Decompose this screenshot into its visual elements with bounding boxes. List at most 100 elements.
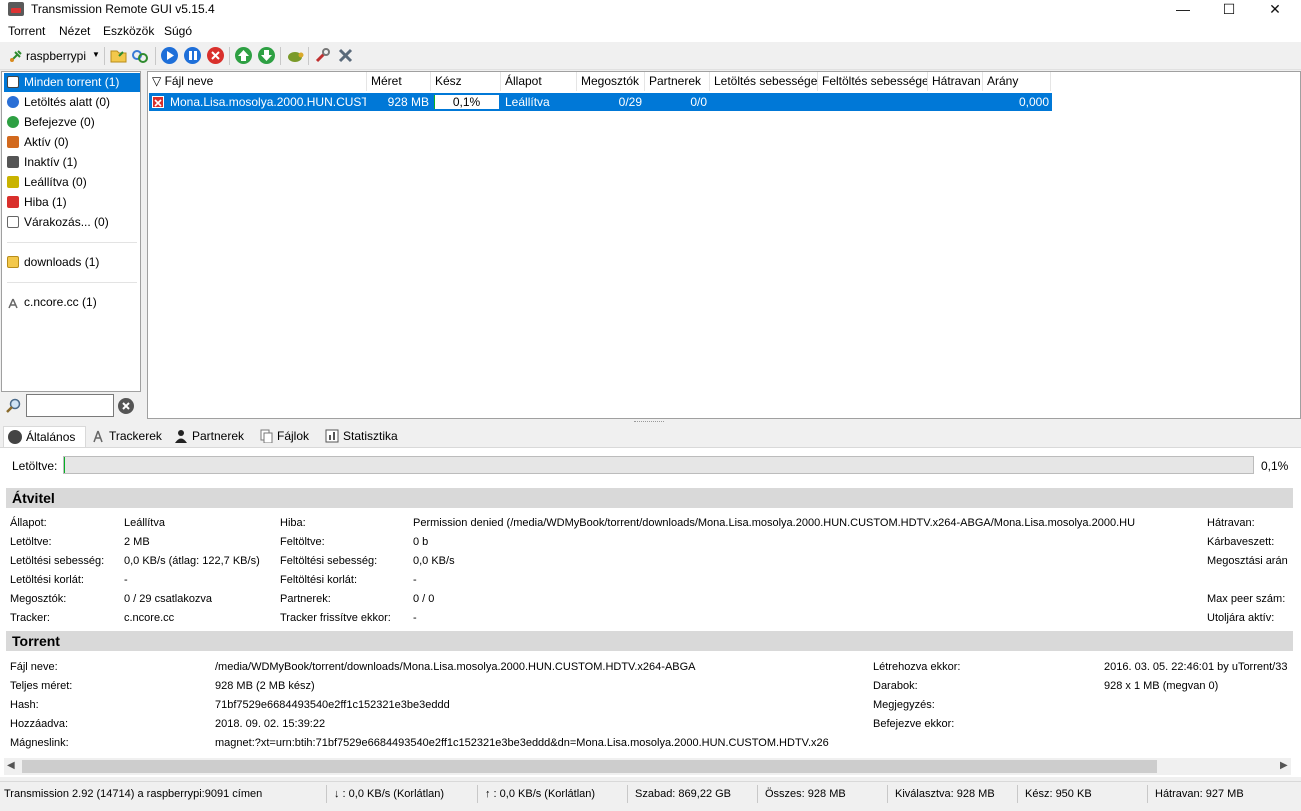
status-selected: Kiválasztva: 928 MB	[895, 788, 995, 800]
column-header-done[interactable]: Kész	[431, 72, 501, 91]
detail-label: Fájl neve:	[10, 661, 58, 673]
error-icon	[152, 96, 164, 108]
status-connection: Transmission 2.92 (14714) a raspberrypi:…	[4, 788, 263, 800]
row-seeds: 0/29	[618, 95, 642, 109]
tab-general[interactable]: Általános	[3, 426, 86, 447]
scroll-left-icon[interactable]: ◀	[7, 760, 15, 771]
tracker-ncore[interactable]: c.ncore.cc (1)	[4, 293, 140, 312]
status-separator	[326, 785, 327, 803]
filter-error[interactable]: Hiba (1)	[4, 193, 140, 212]
column-header-eta[interactable]: Hátravan	[928, 72, 983, 91]
total-size-value: 928 MB (2 MB kész)	[215, 680, 315, 692]
filter-label: Minden torrent (1)	[24, 75, 120, 89]
folder-label: downloads (1)	[24, 255, 100, 269]
status-value: Leállítva	[124, 517, 165, 529]
scroll-right-icon[interactable]: ▶	[1280, 760, 1288, 771]
row-done: 0,1%	[452, 95, 481, 109]
filter-label: Várakozás... (0)	[24, 215, 109, 229]
detail-label: Hiba:	[280, 517, 306, 529]
download-speed-value: 0,0 KB/s (átlag: 122,7 KB/s)	[124, 555, 260, 567]
filter-downloading[interactable]: Letöltés alatt (0)	[4, 93, 140, 112]
tab-statistics[interactable]: Statisztika	[321, 426, 404, 447]
status-upload: ↑ : 0,0 KB/s (Korlátlan)	[485, 788, 596, 800]
upload-limit-value: -	[413, 574, 417, 586]
column-header-name[interactable]: ▽ Fájl neve	[148, 72, 367, 91]
detail-label: Letöltve:	[10, 536, 52, 548]
detail-label: Letöltési korlát:	[10, 574, 84, 586]
sort-indicator-icon: ▽	[152, 74, 162, 88]
wrench-icon[interactable]	[314, 47, 331, 64]
scrollbar-thumb[interactable]	[22, 760, 1157, 773]
remove-icon[interactable]	[207, 47, 224, 64]
status-separator	[887, 785, 888, 803]
detail-label: Hátravan:	[1207, 517, 1255, 529]
row-ratio: 0,000	[1018, 95, 1049, 109]
menu-tools[interactable]: Eszközök	[103, 23, 154, 39]
start-icon[interactable]	[161, 47, 178, 64]
torrent-heading: Torrent	[6, 631, 1293, 651]
tab-label: Trackerek	[109, 429, 162, 443]
detail-label: Feltöltési korlát:	[280, 574, 358, 586]
add-link-icon[interactable]	[132, 47, 149, 64]
uploaded-value: 0 b	[413, 536, 429, 548]
close-button[interactable]: ✕	[1252, 0, 1298, 20]
column-header-status[interactable]: Állapot	[501, 72, 577, 91]
menu-torrent[interactable]: Torrent	[8, 23, 45, 39]
status-bar: Transmission 2.92 (14714) a raspberrypi:…	[0, 781, 1301, 803]
detail-label: Kárbaveszett:	[1207, 536, 1275, 548]
horizontal-scrollbar[interactable]: ◀ ▶	[4, 758, 1291, 775]
column-header-size[interactable]: Méret	[367, 72, 431, 91]
column-header-seeds[interactable]: Megosztók	[577, 72, 645, 91]
menu-help[interactable]: Súgó	[164, 23, 192, 39]
menu-view[interactable]: Nézet	[59, 23, 90, 39]
turtle-icon[interactable]	[286, 47, 304, 64]
row-name: Mona.Lisa.mosolya.2000.HUN.CUSTOM.HDTV.x…	[170, 95, 366, 109]
filter-completed[interactable]: Befejezve (0)	[4, 113, 140, 132]
move-down-icon[interactable]	[258, 47, 275, 64]
downloaded-label: Letöltve:	[12, 459, 58, 473]
filter-waiting[interactable]: Várakozás... (0)	[4, 213, 140, 232]
download-icon	[7, 96, 19, 108]
toolbar-separator	[104, 47, 105, 65]
move-up-icon[interactable]	[235, 47, 252, 64]
column-header-ratio[interactable]: Arány	[983, 72, 1051, 91]
tools-icon[interactable]	[337, 47, 354, 64]
connection-dropdown[interactable]: raspberrypi ▼	[6, 46, 102, 66]
status-done: Kész: 950 KB	[1025, 788, 1092, 800]
tab-files[interactable]: Fájlok	[255, 426, 315, 447]
status-download: ↓ : 0,0 KB/s (Korlátlan)	[334, 788, 445, 800]
column-header-upload-speed[interactable]: Feltöltés sebessége	[818, 72, 928, 91]
title-bar: Transmission Remote GUI v5.15.4 — ☐ ✕	[0, 0, 1301, 20]
tab-trackers[interactable]: Trackerek	[87, 426, 168, 447]
detail-label: Letöltési sebesség:	[10, 555, 105, 567]
splitter-handle[interactable]	[634, 421, 664, 424]
detail-label: Befejezve ekkor:	[873, 718, 955, 730]
toolbar-separator	[229, 47, 230, 65]
detail-label: Tracker:	[10, 612, 50, 624]
magnet-link-value[interactable]: magnet:?xt=urn:btih:71bf7529e6684493540e…	[215, 736, 856, 750]
search-input[interactable]	[26, 394, 114, 417]
filter-label: Leállítva (0)	[24, 175, 87, 189]
added-value: 2018. 09. 02. 15:39:22	[215, 718, 326, 730]
tracker-label: c.ncore.cc (1)	[24, 295, 97, 309]
detail-label: Hozzáadva:	[10, 718, 69, 730]
minimize-button[interactable]: —	[1160, 0, 1206, 20]
user-icon	[174, 429, 188, 443]
tab-peers[interactable]: Partnerek	[170, 426, 250, 447]
detail-label: Darabok:	[873, 680, 918, 692]
connection-label: raspberrypi	[26, 49, 87, 63]
pause-icon[interactable]	[184, 47, 201, 64]
tracker-updated-value: -	[413, 612, 417, 624]
clear-search-icon[interactable]	[118, 398, 134, 414]
column-header-download-speed[interactable]: Letöltés sebessége	[710, 72, 818, 91]
filter-all[interactable]: Minden torrent (1)	[4, 73, 140, 92]
filter-stopped[interactable]: Leállítva (0)	[4, 173, 140, 192]
filter-active[interactable]: Aktív (0)	[4, 133, 140, 152]
folder-downloads[interactable]: downloads (1)	[4, 253, 140, 272]
stats-icon	[325, 429, 339, 443]
maximize-button[interactable]: ☐	[1206, 0, 1252, 20]
column-header-peers[interactable]: Partnerek	[645, 72, 710, 91]
detail-label: Hash:	[10, 699, 39, 711]
open-torrent-icon[interactable]	[110, 47, 127, 64]
filter-inactive[interactable]: Inaktív (1)	[4, 153, 140, 172]
